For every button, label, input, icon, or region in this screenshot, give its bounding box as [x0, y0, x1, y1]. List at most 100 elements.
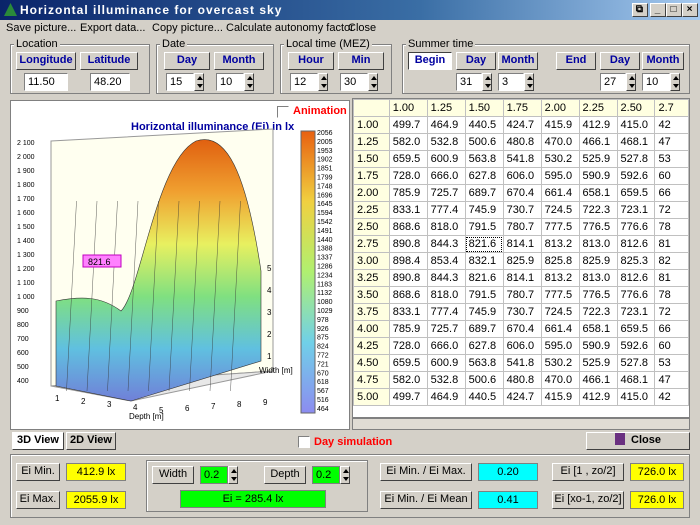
table-cell[interactable]: 812.6 — [616, 269, 656, 287]
table-cell[interactable]: 592.6 — [616, 167, 656, 185]
end-month-spinner[interactable] — [670, 73, 680, 91]
table-cell[interactable]: 833.1 — [388, 303, 428, 321]
table-cell[interactable]: 844.3 — [426, 269, 466, 287]
longitude-button[interactable]: Longitude — [16, 52, 76, 70]
table-cell[interactable]: 825.9 — [502, 252, 542, 270]
table-cell[interactable]: 777.5 — [540, 218, 580, 236]
hour-button[interactable]: Hour — [288, 52, 334, 70]
table-cell[interactable]: 81 — [654, 269, 689, 287]
begin-day-field[interactable]: 31 — [456, 73, 482, 91]
month-button[interactable]: Month — [214, 52, 264, 70]
minimize-button[interactable]: _ — [650, 3, 666, 17]
table-cell[interactable]: 468.1 — [616, 371, 656, 389]
close-window-button[interactable]: × — [682, 3, 698, 17]
table-cell[interactable]: 659.5 — [616, 320, 656, 338]
table-cell[interactable]: 47 — [654, 133, 689, 151]
table-cell[interactable]: 627.8 — [464, 337, 504, 355]
table-cell[interactable]: 590.9 — [578, 167, 618, 185]
table-cell[interactable]: 730.7 — [502, 303, 542, 321]
table-cell[interactable]: 424.7 — [502, 116, 542, 134]
table-cell[interactable]: 844.3 — [426, 235, 466, 253]
table-cell[interactable]: 730.7 — [502, 201, 542, 219]
table-cell[interactable]: 659.5 — [388, 150, 428, 168]
table-cell[interactable]: 791.5 — [464, 218, 504, 236]
table-cell[interactable]: 725.7 — [426, 320, 466, 338]
table-cell[interactable]: 440.5 — [464, 388, 504, 406]
table-cell[interactable]: 821.6 — [464, 235, 504, 253]
table-cell[interactable]: 541.8 — [502, 354, 542, 372]
width-field[interactable]: 0.2 — [200, 466, 228, 484]
table-cell[interactable]: 776.5 — [578, 286, 618, 304]
table-cell[interactable]: 499.7 — [388, 388, 428, 406]
table-cell[interactable]: 595.0 — [540, 167, 580, 185]
table-cell[interactable]: 500.6 — [464, 371, 504, 389]
table-cell[interactable]: 412.9 — [578, 388, 618, 406]
table-cell[interactable]: 689.7 — [464, 184, 504, 202]
hour-spinner[interactable] — [318, 73, 328, 91]
table-cell[interactable]: 722.3 — [578, 201, 618, 219]
table-cell[interactable]: 563.8 — [464, 354, 504, 372]
table-cell[interactable]: 785.9 — [388, 320, 428, 338]
table-cell[interactable]: 415.0 — [616, 116, 656, 134]
table-cell[interactable]: 780.7 — [502, 286, 542, 304]
table-cell[interactable]: 723.1 — [616, 201, 656, 219]
table-cell[interactable]: 627.8 — [464, 167, 504, 185]
table-cell[interactable]: 525.9 — [578, 150, 618, 168]
table-cell[interactable]: 868.6 — [388, 218, 428, 236]
begin-day-button[interactable]: Day — [456, 52, 496, 70]
table-cell[interactable]: 724.5 — [540, 201, 580, 219]
table-cell[interactable]: 480.8 — [502, 133, 542, 151]
table-cell[interactable]: 600.9 — [426, 354, 466, 372]
table-cell[interactable]: 582.0 — [388, 133, 428, 151]
menu-save-picture[interactable]: Save picture... — [6, 22, 76, 34]
table-cell[interactable]: 66 — [654, 184, 689, 202]
table-cell[interactable]: 464.9 — [426, 116, 466, 134]
table-cell[interactable]: 592.6 — [616, 337, 656, 355]
table-cell[interactable]: 818.0 — [426, 286, 466, 304]
end-button[interactable]: End — [556, 52, 596, 70]
table-cell[interactable]: 582.0 — [388, 371, 428, 389]
table-cell[interactable]: 725.7 — [426, 184, 466, 202]
table-cell[interactable]: 814.1 — [502, 235, 542, 253]
table-cell[interactable]: 466.1 — [578, 133, 618, 151]
depth-spinner[interactable] — [340, 466, 350, 484]
end-month-field[interactable]: 10 — [642, 73, 670, 91]
table-cell[interactable]: 468.1 — [616, 133, 656, 151]
table-cell[interactable]: 595.0 — [540, 337, 580, 355]
table-cell[interactable]: 825.3 — [616, 252, 656, 270]
table-cell[interactable]: 60 — [654, 337, 689, 355]
day-button[interactable]: Day — [164, 52, 210, 70]
table-cell[interactable]: 776.6 — [616, 286, 656, 304]
table-cell[interactable]: 791.5 — [464, 286, 504, 304]
table-cell[interactable]: 53 — [654, 354, 689, 372]
table-cell[interactable]: 659.5 — [388, 354, 428, 372]
menu-calculate-autonomy[interactable]: Calculate autonomy factor — [226, 22, 354, 34]
table-cell[interactable]: 890.8 — [388, 269, 428, 287]
table-cell[interactable]: 541.8 — [502, 150, 542, 168]
table-cell[interactable]: 415.9 — [540, 388, 580, 406]
table-cell[interactable]: 813.0 — [578, 235, 618, 253]
table-cell[interactable]: 776.5 — [578, 218, 618, 236]
table-cell[interactable]: 532.8 — [426, 371, 466, 389]
table-cell[interactable]: 82 — [654, 252, 689, 270]
table-cell[interactable]: 470.0 — [540, 371, 580, 389]
month-spinner[interactable] — [244, 73, 254, 91]
table-cell[interactable]: 606.0 — [502, 167, 542, 185]
close-button[interactable]: Close — [586, 432, 690, 450]
table-cell[interactable]: 777.4 — [426, 201, 466, 219]
min-field[interactable]: 30 — [340, 73, 368, 91]
end-day-spinner[interactable] — [626, 73, 636, 91]
table-cell[interactable]: 78 — [654, 218, 689, 236]
table-cell[interactable]: 825.8 — [540, 252, 580, 270]
table-cell[interactable]: 42 — [654, 388, 689, 406]
table-cell[interactable]: 785.9 — [388, 184, 428, 202]
table-cell[interactable]: 466.1 — [578, 371, 618, 389]
menu-close[interactable]: Close — [348, 22, 376, 34]
tab-2d-view[interactable]: 2D View — [66, 432, 116, 450]
table-cell[interactable]: 499.7 — [388, 116, 428, 134]
table-cell[interactable]: 480.8 — [502, 371, 542, 389]
table-cell[interactable]: 590.9 — [578, 337, 618, 355]
table-cell[interactable]: 527.8 — [616, 354, 656, 372]
table-cell[interactable]: 832.1 — [464, 252, 504, 270]
min-spinner[interactable] — [368, 73, 378, 91]
